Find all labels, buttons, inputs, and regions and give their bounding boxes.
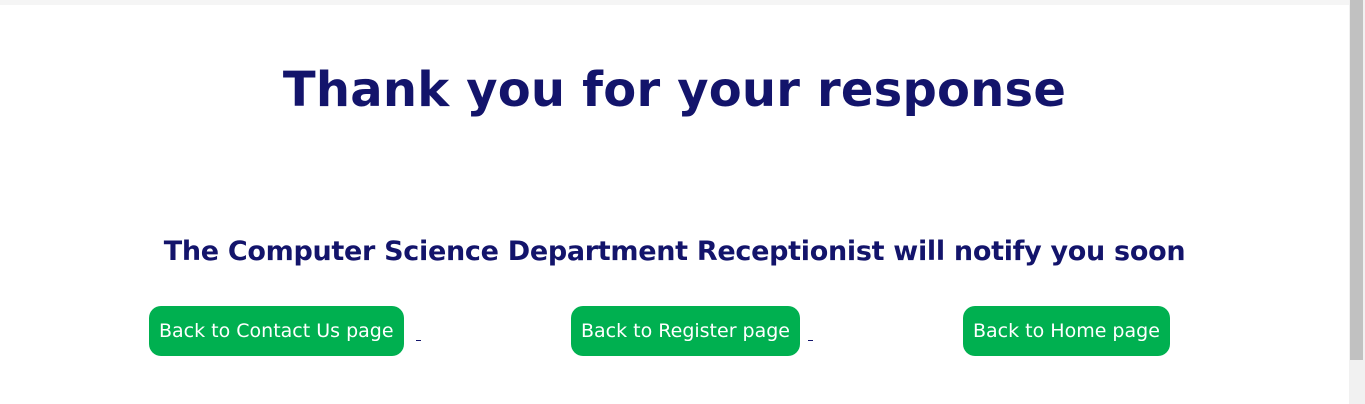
scrollbar-thumb[interactable] bbox=[1350, 0, 1363, 360]
home-link-wrapper: Back to Home page bbox=[963, 306, 1170, 356]
link-underline bbox=[808, 340, 813, 341]
browser-viewport: Thank you for your response The Computer… bbox=[0, 0, 1365, 404]
register-link-wrapper: Back to Register page bbox=[571, 306, 813, 356]
contact-link-wrapper: Back to Contact Us page bbox=[149, 306, 421, 356]
back-to-contact-button[interactable]: Back to Contact Us page bbox=[149, 306, 404, 356]
back-to-register-button[interactable]: Back to Register page bbox=[571, 306, 800, 356]
page-content: Thank you for your response The Computer… bbox=[0, 0, 1349, 404]
vertical-scrollbar[interactable] bbox=[1349, 0, 1365, 404]
back-to-home-button[interactable]: Back to Home page bbox=[963, 306, 1170, 356]
link-underline bbox=[416, 340, 421, 341]
page-title: Thank you for your response bbox=[282, 62, 1067, 118]
notification-message: The Computer Science Department Receptio… bbox=[163, 236, 1186, 267]
